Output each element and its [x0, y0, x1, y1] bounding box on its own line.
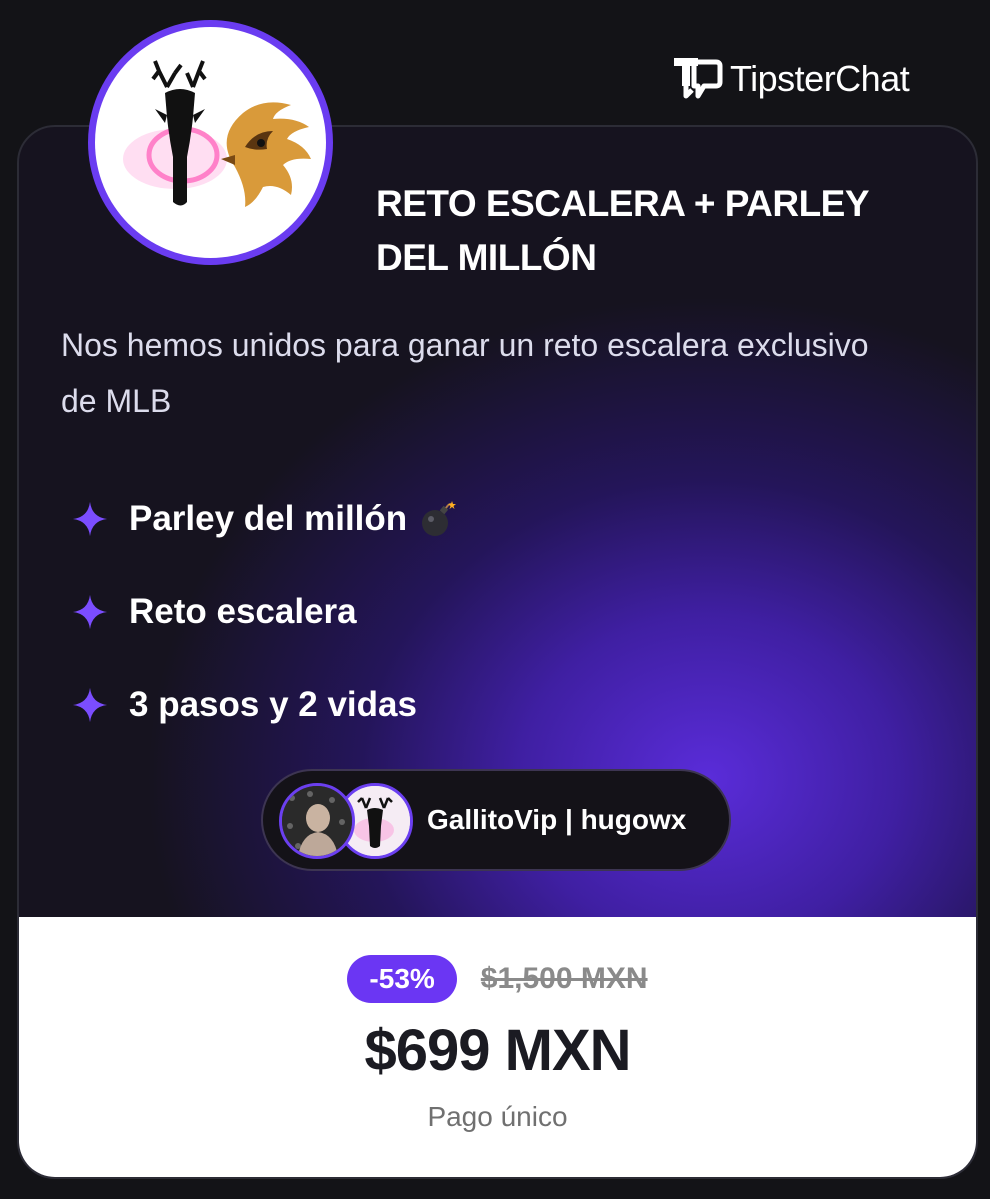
sparkle-icon	[72, 501, 108, 536]
authors-label: GallitoVip | hugowx	[427, 804, 687, 835]
offer-description: Nos hemos unidos para ganar un reto esca…	[61, 327, 869, 419]
offer-title: RETO ESCALERA + PARLEY DEL MILLÓN	[376, 183, 869, 278]
sparkle-icon	[72, 687, 108, 722]
original-price: $1,500 MXN	[480, 962, 648, 995]
tipsterchat-logo-icon	[674, 58, 723, 99]
feature-label: Parley del millón	[129, 498, 408, 538]
feature-label: Reto escalera	[129, 591, 357, 631]
tipsterchat-brand: TipsterChat	[668, 52, 910, 106]
offer-avatar	[88, 20, 333, 265]
payment-note: Pago único	[427, 1101, 568, 1132]
feature-item: Parley del millón	[71, 472, 457, 565]
feature-label: 3 pasos y 2 vidas	[129, 684, 417, 724]
sparkle-icon	[72, 594, 108, 629]
feature-list: Parley del millón Reto escalera 3 pasos …	[71, 472, 457, 751]
pricing-panel: -53% $1,500 MXN $699 MXN Pago único	[19, 917, 976, 1177]
feature-item: Reto escalera	[71, 565, 457, 658]
discount-badge: -53%	[347, 955, 457, 1003]
author-avatar	[279, 783, 355, 859]
brand-name: TipsterChat	[730, 58, 910, 99]
current-price: $699 MXN	[364, 1018, 631, 1083]
discount-row: -53% $1,500 MXN	[19, 955, 976, 1003]
bomb-icon	[422, 500, 457, 536]
offer-card: RETO ESCALERA + PARLEY DEL MILLÓN Nos he…	[17, 125, 978, 1179]
deer-rooster-logo-icon	[123, 60, 311, 207]
authors-chip[interactable]: GallitoVip | hugowx	[261, 769, 731, 871]
feature-item: 3 pasos y 2 vidas	[71, 658, 457, 751]
